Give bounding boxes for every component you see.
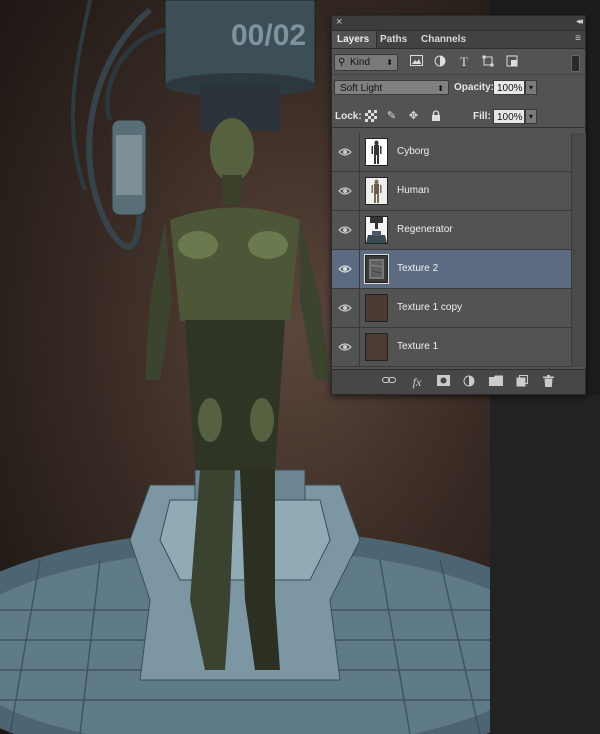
fx-icon[interactable]: fx (409, 375, 425, 389)
layer-row-cyborg[interactable]: Cyborg (332, 133, 571, 172)
workspace-gutter (490, 395, 600, 734)
visibility-toggle[interactable] (332, 211, 360, 249)
fill-input[interactable]: 100% (493, 109, 525, 124)
search-icon: ⚲ (338, 57, 346, 68)
collapse-panel-icon[interactable]: ◂◂ (576, 16, 583, 27)
layer-thumbnail (365, 294, 388, 322)
lock-all-icon[interactable] (429, 110, 442, 123)
fill-dropdown-icon[interactable]: ▾ (525, 109, 537, 124)
filter-kind-select[interactable]: ⚲ Kind ⬍ (334, 54, 398, 71)
visibility-toggle[interactable] (332, 328, 360, 366)
lock-position-icon[interactable]: ✥ (407, 110, 420, 123)
layer-row-regenerator[interactable]: Regenerator (332, 211, 571, 250)
image-filter-icon[interactable] (409, 55, 423, 69)
layer-name: Texture 2 (397, 263, 439, 274)
layer-list: Cyborg Human Regenerator Texture 2 Textu… (332, 133, 571, 367)
layer-row-texture-2[interactable]: Texture 2 (332, 250, 571, 289)
adjustment-filter-icon[interactable] (433, 55, 447, 69)
close-icon[interactable]: × (336, 16, 342, 28)
new-layer-icon[interactable] (514, 375, 530, 389)
lock-row: Lock: ✎ ✥ Fill: 100% ▾ (332, 105, 585, 128)
layers-panel: × ◂◂ Layers Paths Channels ≡ ⚲ Kind ⬍ T (331, 15, 586, 395)
fill-label: Fill: (473, 111, 491, 122)
layer-name: Texture 1 copy (397, 302, 463, 313)
tab-layers[interactable]: Layers (332, 31, 377, 48)
opacity-label: Opacity: (454, 82, 495, 93)
filter-toggle-switch[interactable] (571, 55, 580, 72)
visibility-toggle[interactable] (332, 289, 360, 327)
blend-mode-select[interactable]: Soft Light ⬍ (334, 80, 449, 95)
layer-thumbnail (365, 177, 388, 205)
layer-name: Texture 1 (397, 341, 439, 352)
layer-thumbnail (365, 333, 388, 361)
visibility-toggle[interactable] (332, 250, 360, 288)
layer-name: Cyborg (397, 146, 430, 157)
eye-icon (338, 343, 352, 351)
smart-object-filter-icon[interactable] (505, 55, 519, 69)
eye-icon (338, 304, 352, 312)
opacity-input[interactable]: 100% (493, 80, 525, 95)
eye-icon (338, 226, 352, 234)
layer-thumbnail (365, 216, 388, 244)
visibility-toggle[interactable] (332, 172, 360, 210)
lock-transparent-pixels-icon[interactable] (364, 110, 377, 123)
layer-filter-row: ⚲ Kind ⬍ T (332, 51, 585, 75)
eye-icon (338, 187, 352, 195)
layer-row-texture-1[interactable]: Texture 1 (332, 328, 571, 367)
tab-paths[interactable]: Paths (375, 31, 412, 48)
eye-icon (338, 265, 352, 273)
filter-kind-label: Kind (350, 57, 371, 68)
shape-filter-icon[interactable] (481, 55, 495, 69)
trash-icon[interactable] (540, 375, 556, 389)
opacity-dropdown-icon[interactable]: ▾ (525, 80, 537, 95)
blend-row: Soft Light ⬍ Opacity: 100% ▾ (332, 76, 585, 98)
lock-image-pixels-icon[interactable]: ✎ (385, 110, 398, 123)
layer-row-human[interactable]: Human (332, 172, 571, 211)
panel-footer: fx (332, 369, 585, 394)
layer-row-texture-1-copy[interactable]: Texture 1 copy (332, 289, 571, 328)
blend-mode-value: Soft Light (340, 83, 383, 94)
panel-menu-icon[interactable]: ≡ (575, 33, 581, 44)
layer-name: Regenerator (397, 224, 453, 235)
chevron-updown-icon: ⬍ (437, 84, 444, 93)
eye-icon (338, 148, 352, 156)
panel-tabs: Layers Paths Channels ≡ (332, 31, 585, 49)
layer-name: Human (397, 185, 430, 196)
adjustment-layer-icon[interactable] (461, 375, 477, 389)
link-layers-icon[interactable] (381, 375, 397, 389)
chevron-updown-icon: ⬍ (386, 58, 393, 67)
tank-label: 00/02 (231, 19, 306, 52)
panel-titlebar[interactable]: × ◂◂ (332, 16, 585, 31)
layer-thumbnail (364, 254, 389, 284)
layer-thumbnail (365, 138, 388, 166)
type-filter-icon[interactable]: T (457, 55, 471, 69)
new-group-icon[interactable] (488, 375, 504, 389)
layer-list-scrollbar[interactable] (571, 133, 586, 367)
visibility-toggle[interactable] (332, 133, 360, 171)
lock-label: Lock: (335, 111, 362, 122)
tab-channels[interactable]: Channels (416, 31, 471, 48)
add-mask-icon[interactable] (435, 375, 451, 389)
